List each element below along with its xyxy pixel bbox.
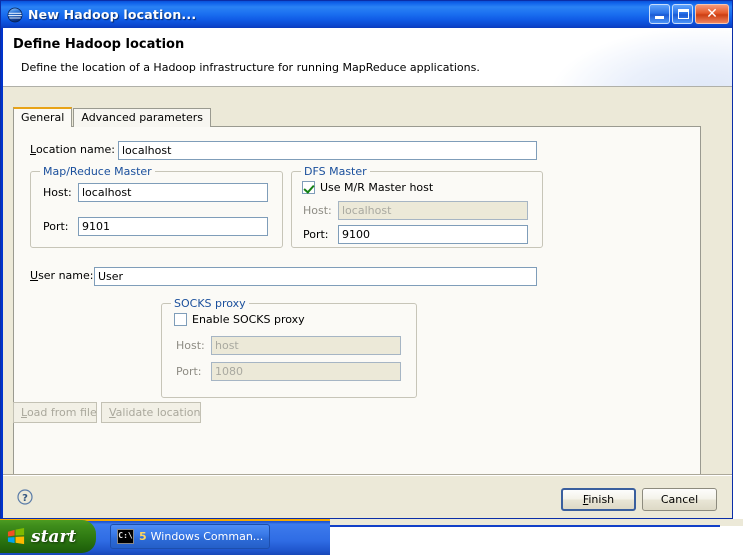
- tab-strip: General Advanced parameters: [13, 107, 212, 127]
- taskbar-item-command-prompt[interactable]: C:\ 5 Windows Comman...: [110, 524, 271, 549]
- location-name-input[interactable]: [118, 141, 537, 160]
- use-mr-master-host-checkbox[interactable]: [302, 181, 315, 194]
- windows-flag-icon: [7, 527, 25, 545]
- location-name-row: Location name:: [30, 143, 115, 156]
- maximize-icon: [678, 9, 689, 19]
- dfs-host-input[interactable]: [338, 201, 528, 220]
- dfs-master-legend: DFS Master: [301, 165, 370, 178]
- mr-port-input[interactable]: [78, 217, 268, 236]
- start-button[interactable]: start: [0, 520, 96, 553]
- command-prompt-icon: C:\: [117, 529, 134, 544]
- page-description: Define the location of a Hadoop infrastr…: [21, 61, 480, 74]
- dfs-host-label: Host:: [303, 204, 332, 217]
- use-mr-master-host-label: Use M/R Master host: [320, 181, 434, 194]
- window-title: New Hadoop location...: [28, 7, 197, 22]
- window-controls: ✕: [649, 4, 729, 24]
- socks-port-input[interactable]: [211, 362, 401, 381]
- load-from-file-button[interactable]: Load from file: [13, 402, 97, 423]
- screenshot-artifact-line: [330, 525, 720, 527]
- user-name-row: User name:: [30, 269, 93, 282]
- mr-host-input[interactable]: [78, 183, 268, 202]
- enable-socks-proxy-label: Enable SOCKS proxy: [192, 313, 305, 326]
- mr-port-label: Port:: [43, 220, 69, 233]
- tab-folder: General Advanced parameters Location nam…: [13, 107, 701, 480]
- socks-proxy-legend: SOCKS proxy: [171, 297, 249, 310]
- start-label: start: [31, 526, 77, 547]
- socks-host-label: Host:: [176, 339, 205, 352]
- taskbar: start C:\ 5 Windows Comman...: [0, 519, 743, 555]
- title-bar: New Hadoop location... ✕: [1, 1, 732, 28]
- close-icon: ✕: [706, 6, 718, 22]
- enable-socks-proxy-row[interactable]: Enable SOCKS proxy: [174, 313, 305, 326]
- mr-host-label: Host:: [43, 186, 72, 199]
- cancel-button[interactable]: Cancel: [642, 488, 717, 511]
- use-mr-master-host-row[interactable]: Use M/R Master host: [302, 181, 433, 194]
- dialog-footer: ? Finish Cancel: [3, 476, 732, 518]
- wizard-banner: Define Hadoop location Define the locati…: [3, 28, 732, 87]
- page-title: Define Hadoop location: [13, 37, 185, 52]
- dialog-body: General Advanced parameters Location nam…: [3, 87, 732, 518]
- tab-content-general: Location name: Map/Reduce Master Host: P…: [13, 126, 701, 480]
- dfs-master-group: DFS Master Use M/R Master host Host: Por…: [291, 165, 543, 248]
- taskbar-item-count: 5: [139, 530, 147, 543]
- validate-location-button[interactable]: Validate location: [101, 402, 201, 423]
- socks-host-input[interactable]: [211, 336, 401, 355]
- dialog-window: New Hadoop location... ✕ Define Hadoop l…: [0, 0, 733, 519]
- dfs-port-input[interactable]: [338, 225, 528, 244]
- user-name-input[interactable]: [94, 267, 537, 286]
- minimize-button[interactable]: [649, 4, 670, 24]
- user-name-label: User name:: [30, 269, 94, 282]
- banner-gradient: [552, 28, 732, 86]
- hadoop-globe-icon: [7, 7, 23, 22]
- socks-proxy-group: SOCKS proxy Enable SOCKS proxy Host: Por…: [161, 297, 417, 398]
- maximize-button[interactable]: [672, 4, 693, 24]
- location-name-label: Location name:: [30, 143, 115, 156]
- dfs-port-label: Port:: [303, 228, 329, 241]
- tab-general[interactable]: General: [13, 107, 73, 127]
- socks-port-label: Port:: [176, 365, 202, 378]
- tab-advanced-parameters[interactable]: Advanced parameters: [73, 108, 211, 127]
- enable-socks-proxy-checkbox[interactable]: [174, 313, 187, 326]
- mapreduce-master-group: Map/Reduce Master Host: Port:: [30, 165, 283, 248]
- minimize-icon: [655, 16, 664, 19]
- mapreduce-master-legend: Map/Reduce Master: [40, 165, 155, 178]
- svg-text:?: ?: [22, 493, 28, 504]
- help-icon[interactable]: ?: [17, 489, 33, 505]
- taskbar-item-label: Windows Comman...: [150, 530, 264, 543]
- desktop-background: [733, 0, 743, 519]
- finish-button[interactable]: Finish: [561, 488, 636, 511]
- close-button[interactable]: ✕: [695, 4, 729, 24]
